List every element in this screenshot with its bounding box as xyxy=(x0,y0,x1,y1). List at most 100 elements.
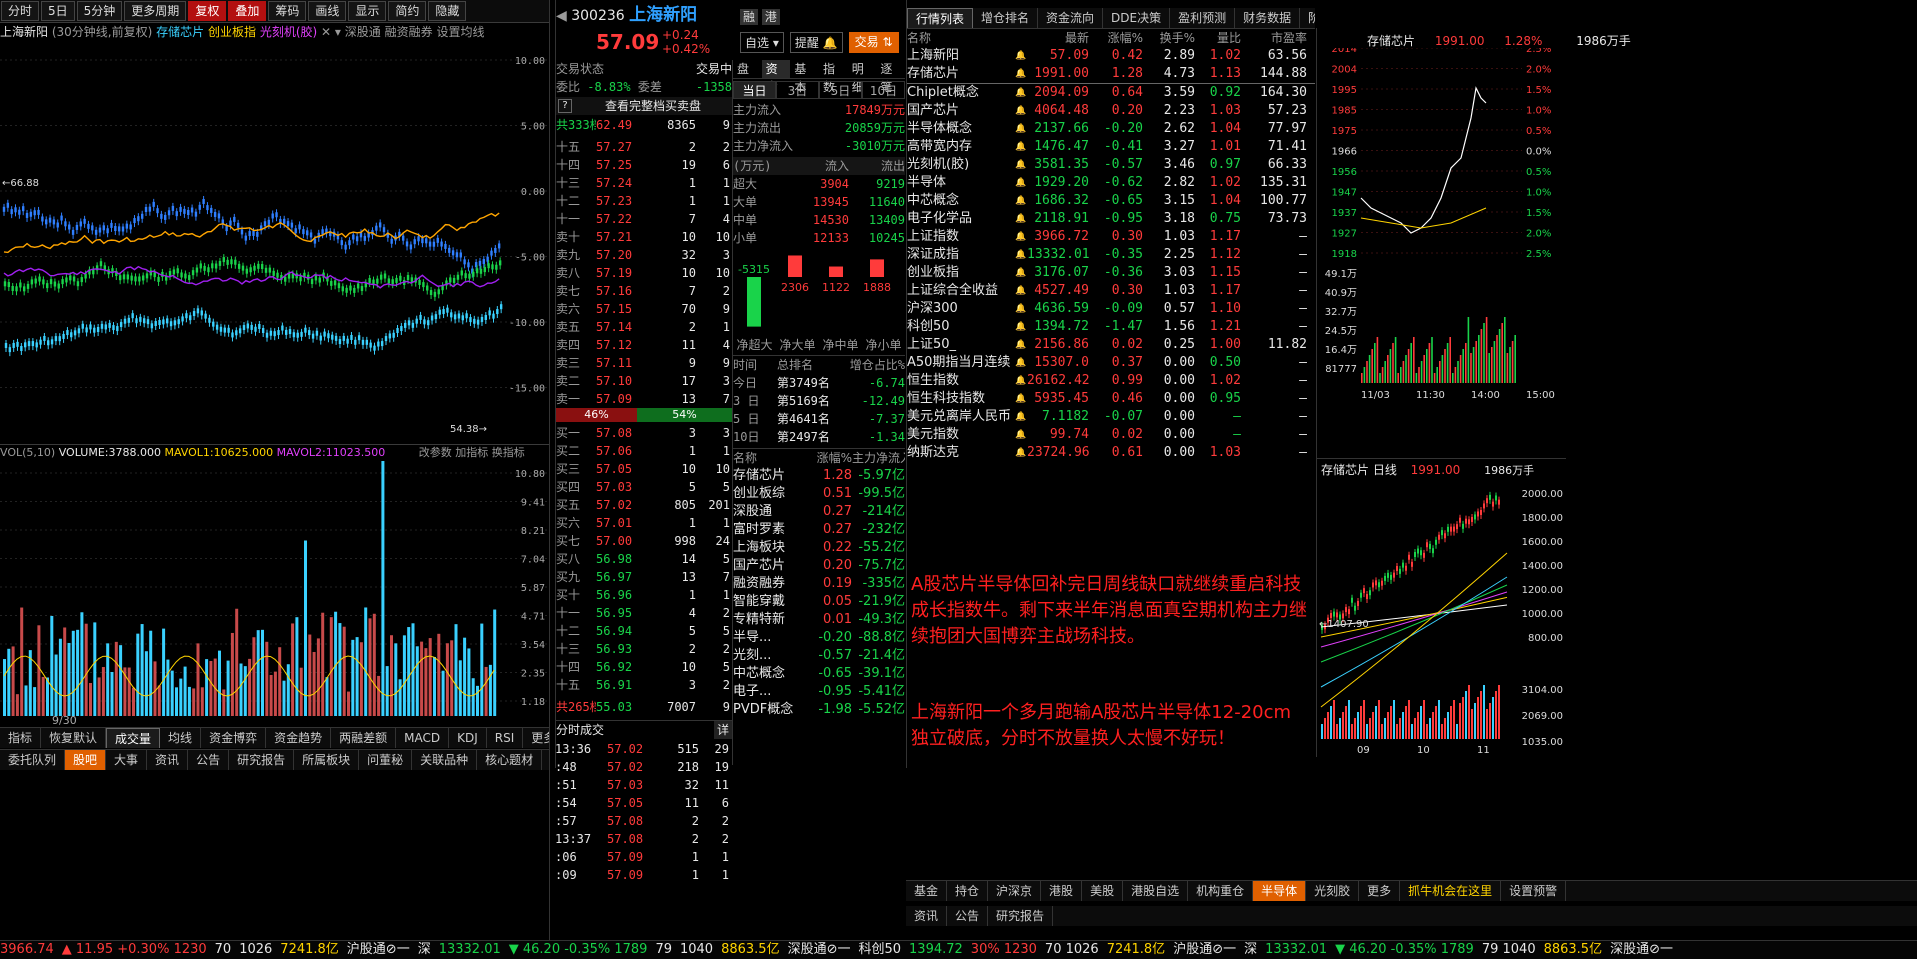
book-row[interactable]: 买十 56.96 1 1 xyxy=(556,586,732,604)
bell-icon[interactable]: 🔔 xyxy=(1015,120,1027,138)
capital-period-2[interactable]: 5日 xyxy=(819,81,862,99)
daily-kline-chart[interactable]: 2000.00 1800.00 1600.00 1400.00 1200.00 1000.… xyxy=(1317,477,1566,757)
news-tab-0[interactable]: 委托队列 xyxy=(0,750,66,770)
watchlist-row[interactable]: 创业板指 🔔 3176.07 -0.36 3.03 1.15 — xyxy=(907,264,1315,282)
overlay-lithography[interactable]: 光刻机(胶) xyxy=(260,25,317,39)
book-row[interactable]: 买三 57.05 10 10 xyxy=(556,460,732,478)
watchlist-tab-1[interactable]: 增仓排名 xyxy=(973,8,1039,28)
watchlist-row[interactable]: 美元指数 🔔 99.74 0.02 0.00 — — xyxy=(907,426,1315,444)
toolbar-btn-2[interactable]: 5分钟 xyxy=(76,1,123,21)
book-row[interactable]: 卖九 57.20 32 3 xyxy=(556,246,732,264)
sector-row[interactable]: 电子... -0.95 -5.41亿 xyxy=(733,683,905,701)
bell-icon[interactable]: 🔔 xyxy=(1015,372,1027,390)
bell-icon[interactable]: 🔔 xyxy=(1015,408,1027,426)
bell-icon[interactable]: 🔔 xyxy=(1015,390,1027,408)
sector-row[interactable]: 光刻... -0.57 -21.4亿 xyxy=(733,647,905,665)
watchlist-row[interactable]: 上海新阳 🔔 57.09 0.42 2.89 1.02 63.56 xyxy=(907,47,1315,65)
sector-row[interactable]: 专精特新 0.01 -49.3亿 xyxy=(733,611,905,629)
book-row[interactable]: 十三 57.24 1 1 xyxy=(556,174,732,192)
sector-row[interactable]: 融资融券 0.19 -335亿 xyxy=(733,575,905,593)
watchlist-row[interactable]: 恒生指数 🔔 26162.42 0.99 0.00 1.02 — xyxy=(907,372,1315,390)
book-row[interactable]: 十二 57.23 1 1 xyxy=(556,192,732,210)
watchlist-row[interactable]: 美元兑离岸人民币 🔔 7.1182 -0.07 0.00 — — xyxy=(907,408,1315,426)
bell-icon[interactable]: 🔔 xyxy=(1015,300,1027,318)
bottom-tab-9[interactable]: 更多 xyxy=(1359,881,1401,901)
book-row[interactable]: 买一 57.08 3 3 xyxy=(556,424,732,442)
book-row[interactable]: 十二 56.94 5 5 xyxy=(556,622,732,640)
link-sgt[interactable]: 深股通 xyxy=(345,25,381,39)
book-row[interactable]: 卖三 57.11 9 9 xyxy=(556,354,732,372)
book-row[interactable]: 十四 56.92 10 5 xyxy=(556,658,732,676)
bell-icon[interactable]: 🔔 xyxy=(1015,138,1027,156)
bottom-tab-6[interactable]: 机构重仓 xyxy=(1188,881,1254,901)
bell-icon[interactable]: 🔔 xyxy=(1015,354,1027,372)
bell-icon[interactable]: 🔔 xyxy=(1015,426,1027,444)
bell-icon[interactable]: 🔔 xyxy=(1015,246,1027,264)
book-row[interactable]: 卖六 57.15 70 9 xyxy=(556,300,732,318)
toolbar-btn-0[interactable]: 分时 xyxy=(1,1,40,21)
toolbar-btn-3[interactable]: 更多周期 xyxy=(124,1,187,21)
settings-alert[interactable]: 设置预警 xyxy=(1501,881,1567,901)
sector-row[interactable]: 国产芯片 0.20 -75.7亿 xyxy=(733,557,905,575)
indicator-tab-8[interactable]: KDJ xyxy=(449,728,487,748)
watchlist-tab-4[interactable]: 盈利预测 xyxy=(1170,8,1236,28)
indicator-tab-10[interactable]: 更多 xyxy=(523,728,549,748)
alert-button[interactable]: 提醒 🔔 xyxy=(789,32,843,53)
bell-icon[interactable]: 🔔 xyxy=(1015,84,1027,102)
watchlist-row[interactable]: 国产芯片 🔔 4064.48 0.20 2.23 1.03 57.23 xyxy=(907,102,1315,120)
watchlist-row[interactable]: 半导体概念 🔔 2137.66 -0.20 2.62 1.04 77.97 xyxy=(907,120,1315,138)
vol-link-switch[interactable]: 换指标 xyxy=(492,446,525,459)
watchlist-row[interactable]: 半导体 🔔 1929.20 -0.62 2.82 1.02 135.31 xyxy=(907,174,1315,192)
sub-tab-1[interactable]: 公告 xyxy=(947,906,989,926)
indicator-tab-1[interactable]: 恢复默认 xyxy=(41,728,107,748)
bell-icon[interactable]: 🔔 xyxy=(1015,192,1027,210)
news-tab-9[interactable]: 核心题材 xyxy=(477,750,543,770)
watchlist-head-3[interactable]: 换手% xyxy=(1143,29,1195,47)
book-row[interactable]: 十三 56.93 2 2 xyxy=(556,640,732,658)
watchlist-head-4[interactable]: 量比 xyxy=(1195,29,1241,47)
overlay-storage-chip[interactable]: 存储芯片 xyxy=(156,25,204,39)
bell-icon[interactable]: 🔔 xyxy=(1015,282,1027,300)
book-row[interactable]: 卖二 57.10 17 3 xyxy=(556,372,732,390)
full-book-button[interactable]: ? 查看完整档买卖盘 xyxy=(556,97,732,115)
bell-icon[interactable]: 🔔 xyxy=(1015,102,1027,120)
bell-icon[interactable]: 🔔 xyxy=(1015,444,1027,462)
sector-row[interactable]: 中芯概念 -0.65 -39.1亿 xyxy=(733,665,905,683)
watchlist-row[interactable]: A50期指当月连续 🔔 15307.0 0.37 0.00 0.50 — xyxy=(907,354,1315,372)
indicator-tab-0[interactable]: 指标 xyxy=(0,728,42,748)
book-row[interactable]: 买九 56.97 13 7 xyxy=(556,568,732,586)
indicator-tab-7[interactable]: MACD xyxy=(396,728,450,748)
bottom-tab-2[interactable]: 沪深京 xyxy=(988,881,1042,901)
watchlist-row[interactable]: 高带宽内存 🔔 1476.47 -0.41 3.27 1.01 71.41 xyxy=(907,138,1315,156)
toolbar-btn-8[interactable]: 显示 xyxy=(348,1,387,21)
book-row[interactable]: 卖七 57.16 7 2 xyxy=(556,282,732,300)
bell-icon[interactable]: 🔔 xyxy=(1015,210,1027,228)
watchlist-head-2[interactable]: 涨幅% xyxy=(1089,29,1143,47)
book-row[interactable]: 买六 57.01 1 1 xyxy=(556,514,732,532)
book-row[interactable]: 十一 56.95 4 2 xyxy=(556,604,732,622)
watchlist-row[interactable]: 上证50_ 🔔 2156.86 0.02 0.25 1.00 11.82 xyxy=(907,336,1315,354)
watchlist-tab-6[interactable]: 阶段统计 xyxy=(1300,8,1315,28)
capital-tab-0[interactable]: 盘口 xyxy=(733,60,762,94)
watchlist-head-1[interactable]: 最新 xyxy=(1027,29,1089,47)
watchlist-row[interactable]: 科创50 🔔 1394.72 -1.47 1.56 1.21 — xyxy=(907,318,1315,336)
bottom-tab-1[interactable]: 持仓 xyxy=(947,881,989,901)
link-ma-settings[interactable]: 设置均线 xyxy=(436,25,484,39)
sector-row[interactable]: 半导... -0.20 -88.8亿 xyxy=(733,629,905,647)
news-tab-1[interactable]: 股吧 xyxy=(65,750,107,770)
book-row[interactable]: 卖十 57.21 10 10 xyxy=(556,228,732,246)
bell-icon[interactable]: 🔔 xyxy=(1015,228,1027,246)
book-row[interactable]: 十五 56.91 3 2 xyxy=(556,676,732,694)
news-tab-3[interactable]: 资讯 xyxy=(147,750,189,770)
watchlist-row[interactable]: 深证成指 🔔 13332.01 -0.35 2.25 1.12 — xyxy=(907,246,1315,264)
news-tab-4[interactable]: 公告 xyxy=(188,750,230,770)
toolbar-btn-7[interactable]: 画线 xyxy=(308,1,347,21)
book-row[interactable]: 买四 57.03 5 5 xyxy=(556,478,732,496)
indicator-tab-6[interactable]: 两融差额 xyxy=(331,728,397,748)
news-tab-2[interactable]: 大事 xyxy=(106,750,148,770)
link-margin[interactable]: 融资融券 xyxy=(385,25,433,39)
sub-tab-0[interactable]: 资讯 xyxy=(906,906,948,926)
bell-icon[interactable]: 🔔 xyxy=(1015,264,1027,282)
sector-row[interactable]: PVDF概念 -1.98 -5.52亿 xyxy=(733,701,905,719)
indicator-tab-4[interactable]: 资金博弈 xyxy=(201,728,267,748)
